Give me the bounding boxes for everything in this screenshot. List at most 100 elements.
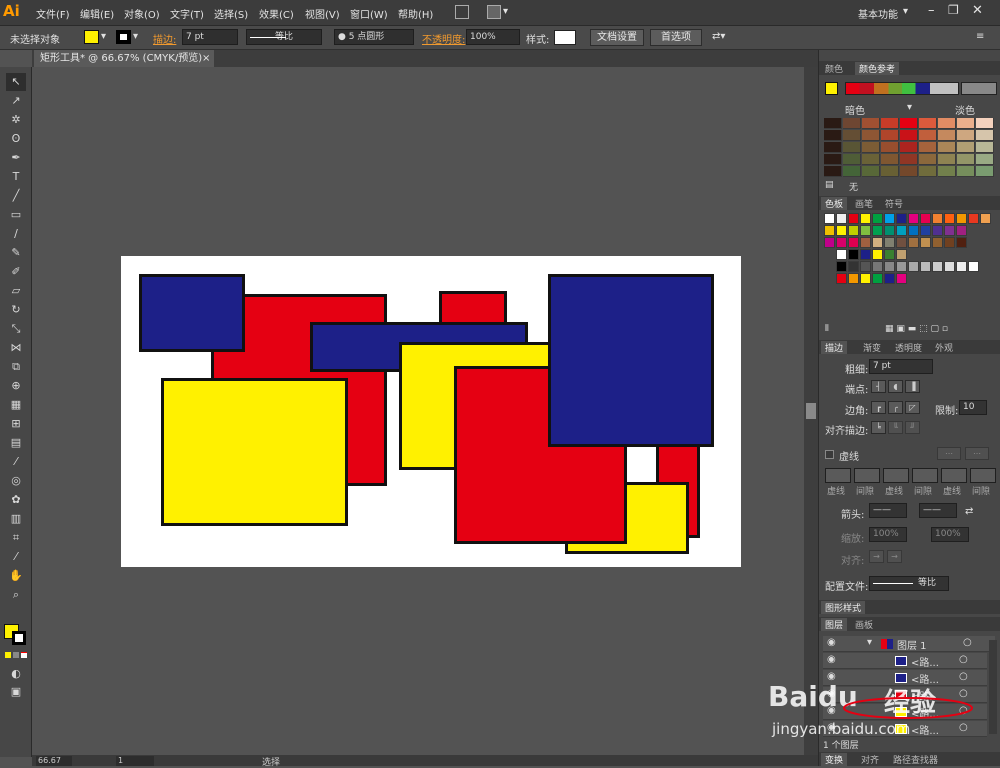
color-guide-swatch[interactable]	[881, 130, 899, 141]
tab-align[interactable]: 对齐	[857, 753, 883, 766]
none-mode-icon[interactable]	[21, 652, 27, 658]
color-guide-swatch[interactable]	[957, 118, 975, 129]
swatch[interactable]	[860, 237, 871, 248]
swatch[interactable]	[884, 213, 895, 224]
swatch[interactable]	[884, 237, 895, 248]
swatch[interactable]	[884, 249, 895, 260]
column-graph-tool-icon[interactable]: ▥	[6, 510, 26, 528]
paintbrush-tool-icon[interactable]: ∕	[6, 225, 26, 243]
zoom-field[interactable]: 66.67	[36, 756, 72, 766]
swatch[interactable]	[836, 225, 847, 236]
visibility-eye-icon[interactable]: ◉	[827, 637, 836, 648]
chevron-down-icon[interactable]: ▾	[133, 31, 138, 42]
item-name[interactable]: <路...	[911, 654, 939, 669]
bevel-join-icon[interactable]: ◸	[905, 401, 920, 414]
mesh-tool-icon[interactable]: ⊞	[6, 415, 26, 433]
color-guide-swatch[interactable]	[957, 166, 975, 177]
color-guide-swatch[interactable]	[938, 130, 956, 141]
free-transform-tool-icon[interactable]: ⧉	[6, 358, 26, 376]
graphic-style-picker[interactable]	[554, 30, 576, 45]
slice-tool-icon[interactable]: ⁄	[6, 548, 26, 566]
color-guide-swatch[interactable]	[843, 166, 861, 177]
blend-tool-icon[interactable]: ◎	[6, 472, 26, 490]
preferences-button[interactable]: 首选项	[650, 29, 702, 46]
swatch[interactable]	[872, 213, 883, 224]
swap-arrows-icon[interactable]: ⇄	[965, 506, 973, 517]
arrow-align-end-icon[interactable]: →	[869, 550, 884, 563]
color-guide-swatch[interactable]	[843, 154, 861, 165]
magic-wand-tool-icon[interactable]: ✲	[6, 111, 26, 129]
swatch[interactable]	[956, 261, 967, 272]
shape-builder-tool-icon[interactable]: ⊕	[6, 377, 26, 395]
swatch[interactable]	[848, 249, 859, 260]
gradient-mode-icon[interactable]	[13, 652, 19, 658]
align-center-icon[interactable]: ╘	[871, 421, 886, 434]
stroke-label[interactable]: 描边:	[153, 31, 176, 46]
dash-gap-input[interactable]	[854, 468, 880, 483]
color-guide-swatch[interactable]	[862, 166, 880, 177]
swatch[interactable]	[944, 225, 955, 236]
document-setup-button[interactable]: 文档设置	[590, 29, 644, 46]
selection-tool-icon[interactable]: ↖	[6, 73, 26, 91]
swatch[interactable]	[896, 213, 907, 224]
swatch[interactable]	[968, 261, 979, 272]
color-guide-swatch[interactable]	[824, 118, 842, 129]
swatch[interactable]	[944, 261, 955, 272]
tab-pathfinder[interactable]: 路径查找器	[889, 753, 942, 766]
swatch[interactable]	[920, 261, 931, 272]
color-guide-swatch[interactable]	[843, 142, 861, 153]
menu-window[interactable]: 窗口(W)	[350, 6, 388, 21]
color-guide-swatch[interactable]	[824, 154, 842, 165]
align-inside-icon[interactable]: ╙	[888, 421, 903, 434]
tab-gradient[interactable]: 渐变	[859, 341, 885, 354]
swatch[interactable]	[848, 237, 859, 248]
swatch[interactable]	[896, 249, 907, 260]
color-guide-swatch[interactable]	[976, 166, 994, 177]
swatch[interactable]	[860, 249, 871, 260]
swatch[interactable]	[908, 225, 919, 236]
color-guide-swatch[interactable]	[957, 142, 975, 153]
screen-mode-icon[interactable]: ▣	[6, 683, 26, 701]
color-guide-swatch[interactable]	[976, 118, 994, 129]
blob-brush-tool-icon[interactable]: ✐	[6, 263, 26, 281]
swatch[interactable]	[944, 213, 955, 224]
color-guide-swatch[interactable]	[824, 130, 842, 141]
opacity-label[interactable]: 不透明度:	[422, 31, 465, 46]
scroll-thumb[interactable]	[806, 403, 816, 419]
tab-graphic-styles[interactable]: 图形样式	[821, 601, 866, 614]
direct-selection-tool-icon[interactable]: ↗	[6, 92, 26, 110]
swatch[interactable]	[944, 237, 955, 248]
rectangle-tool-icon[interactable]: ▭	[6, 206, 26, 224]
color-guide-swatch[interactable]	[938, 142, 956, 153]
swatch[interactable]	[836, 213, 847, 224]
swatch[interactable]	[908, 213, 919, 224]
swatch[interactable]	[932, 225, 943, 236]
hand-tool-icon[interactable]: ✋	[6, 567, 26, 585]
color-guide-swatch[interactable]	[976, 154, 994, 165]
swatch[interactable]	[848, 213, 859, 224]
color-guide-swatch[interactable]	[900, 118, 918, 129]
swatch[interactable]	[884, 225, 895, 236]
artboard-number-field[interactable]: 1	[116, 756, 154, 766]
arrow-scale-start[interactable]: 100%	[869, 527, 907, 542]
color-guide-swatch[interactable]	[976, 142, 994, 153]
dash-gap-input[interactable]	[970, 468, 996, 483]
swatch[interactable]	[860, 213, 871, 224]
stroke-swatch[interactable]	[116, 30, 131, 44]
tab-symbols[interactable]: 符号	[881, 197, 907, 210]
round-join-icon[interactable]: ╭	[888, 401, 903, 414]
projecting-cap-icon[interactable]: ▐	[905, 380, 920, 393]
brush-definition[interactable]: ● 5 点圆形	[334, 29, 414, 45]
swatch[interactable]	[896, 225, 907, 236]
swatch[interactable]	[932, 213, 943, 224]
color-guide-swatch[interactable]	[938, 154, 956, 165]
start-arrowhead-dropdown[interactable]: ——	[869, 503, 907, 518]
yellow-rectangle[interactable]	[161, 378, 348, 526]
stroke-weight-field[interactable]: 7 pt	[182, 29, 238, 45]
color-guide-swatch[interactable]	[976, 130, 994, 141]
color-guide-swatch[interactable]	[843, 130, 861, 141]
layer-name[interactable]: 图层 1	[897, 637, 927, 652]
menu-file[interactable]: 文件(F)	[36, 6, 70, 21]
swatch[interactable]	[884, 273, 895, 284]
swatch[interactable]	[824, 225, 835, 236]
